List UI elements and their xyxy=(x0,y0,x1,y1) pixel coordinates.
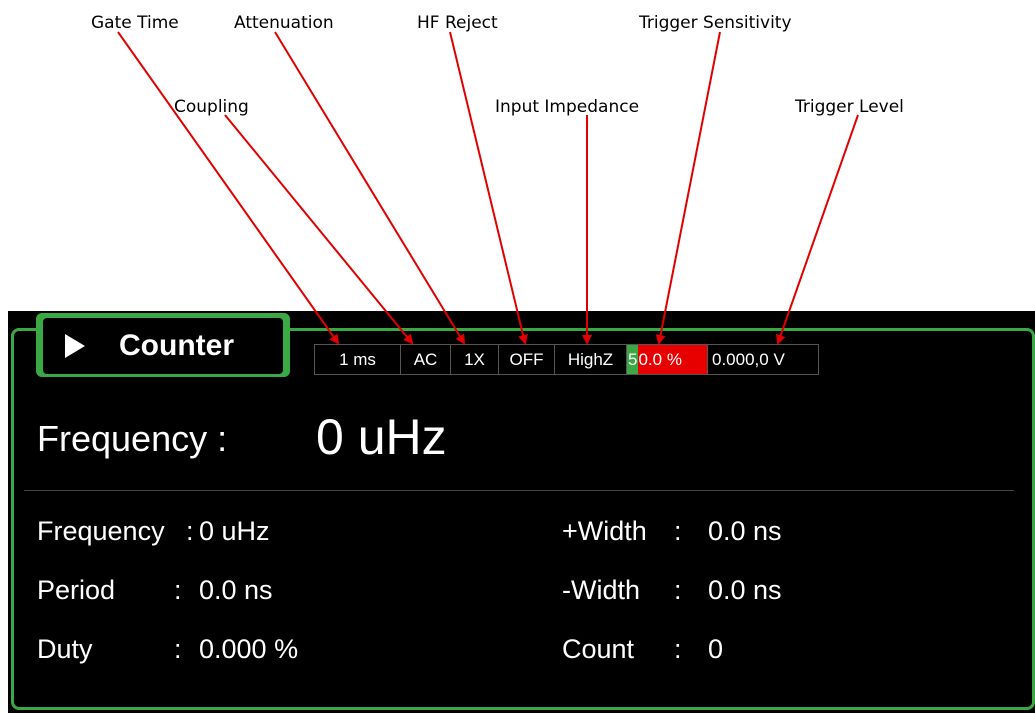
callout-trigger-sensitivity: Trigger Sensitivity xyxy=(639,13,792,33)
count-value: 0 xyxy=(708,634,724,664)
count-name: Count xyxy=(562,634,635,664)
callout-input-impedance: Input Impedance xyxy=(495,97,640,117)
plus-width-value: 0.0 ns xyxy=(708,516,782,546)
counter-title: Counter xyxy=(119,329,234,362)
sensitivity-value: 0.0 % xyxy=(638,350,682,369)
param-input-impedance[interactable]: HighZ xyxy=(555,345,627,374)
divider xyxy=(24,490,1014,491)
duty-name: Duty xyxy=(37,634,93,664)
period-name: Period xyxy=(37,575,116,605)
count-sep: : xyxy=(674,634,682,664)
plus-width-sep: : xyxy=(674,516,682,546)
duty-sep: : xyxy=(174,634,182,664)
callout-attenuation: Attenuation xyxy=(234,13,334,33)
arrow-trigger-sensitivity xyxy=(655,31,721,345)
period-value: 0.0 ns xyxy=(199,575,273,605)
arrow-trigger-level xyxy=(775,114,859,345)
param-trigger-level[interactable]: 0.000,0 V xyxy=(708,345,818,374)
param-gate-time[interactable]: 1 ms xyxy=(315,345,401,374)
minus-width-value: 0.0 ns xyxy=(708,575,782,605)
frequency-name: Frequency xyxy=(37,516,165,546)
param-coupling[interactable]: AC xyxy=(401,345,451,374)
main-frequency-value: 0 uHz xyxy=(316,409,447,465)
callout-coupling: Coupling xyxy=(174,97,249,117)
param-attenuation[interactable]: 1X xyxy=(451,345,499,374)
parameter-bar: 1 ms AC 1X OFF HighZ 50.0 % 0.000,0 V xyxy=(314,344,819,375)
counter-title-button[interactable]: Counter xyxy=(43,318,283,374)
minus-width-name: -Width xyxy=(562,575,641,605)
play-icon xyxy=(65,334,85,358)
arrow-hf-reject xyxy=(449,31,528,345)
plus-width-name: +Width xyxy=(562,516,647,546)
period-sep: : xyxy=(174,575,182,605)
sensitivity-cursor: 5 xyxy=(627,345,639,374)
frequency-value: 0 uHz xyxy=(199,516,270,546)
minus-width-sep: : xyxy=(674,575,682,605)
duty-value: 0.000 % xyxy=(199,634,299,664)
arrow-gate-time xyxy=(117,31,340,345)
frequency-sep: : xyxy=(186,516,194,546)
param-hf-reject[interactable]: OFF xyxy=(499,345,555,374)
arrow-attenuation xyxy=(274,31,466,345)
callout-trigger-level: Trigger Level xyxy=(795,97,904,117)
arrow-coupling xyxy=(224,114,414,345)
callout-gate-time: Gate Time xyxy=(91,13,179,33)
main-frequency-label: Frequency : xyxy=(37,418,228,459)
param-trigger-sensitivity[interactable]: 50.0 % xyxy=(627,345,708,374)
callout-hf-reject: HF Reject xyxy=(417,13,498,33)
